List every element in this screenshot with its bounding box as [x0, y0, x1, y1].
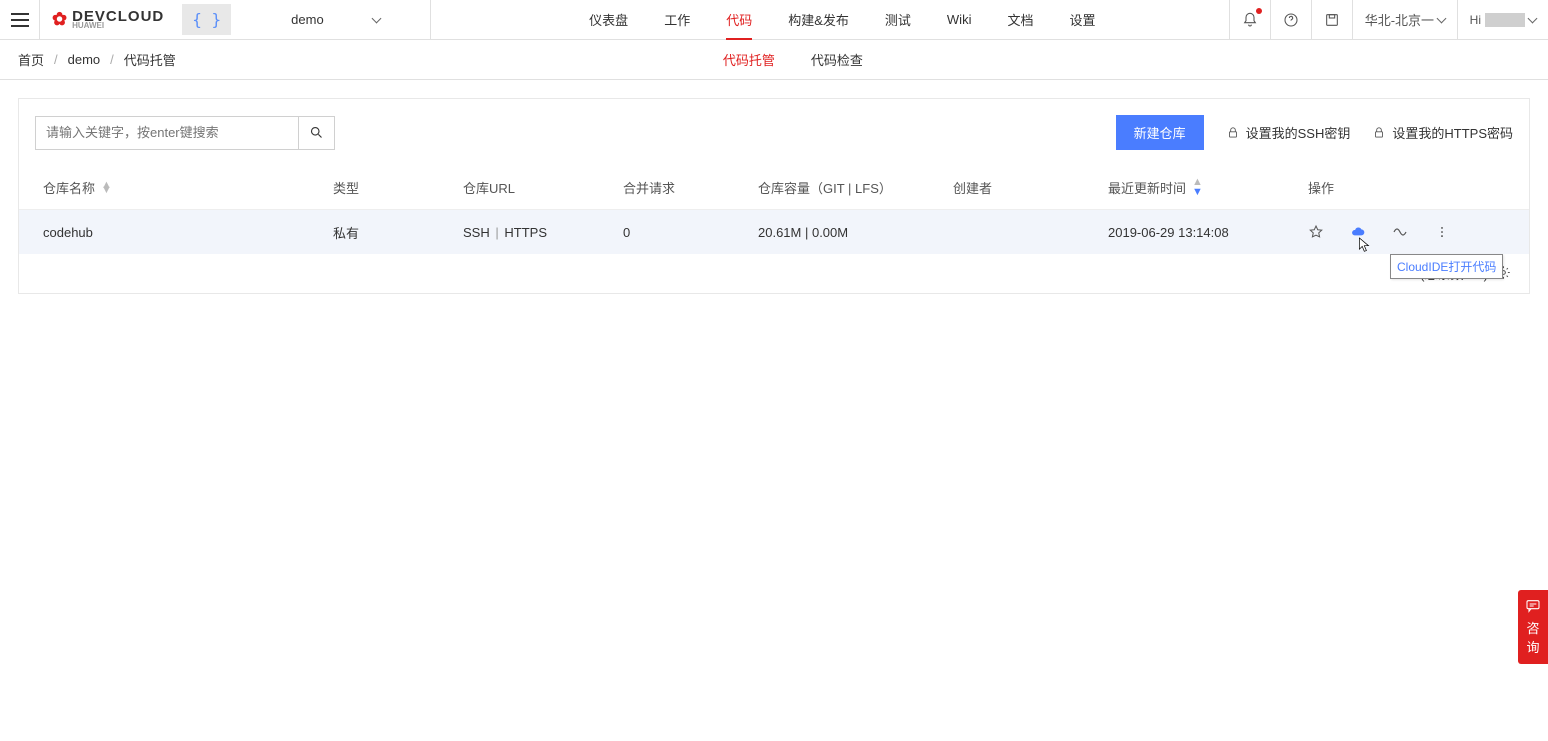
- cell-capacity: 20.61M | 0.00M: [750, 225, 945, 240]
- new-repo-button[interactable]: 新建仓库: [1116, 115, 1204, 150]
- star-icon: [1308, 224, 1324, 240]
- set-ssh-label: 设置我的SSH密钥: [1246, 123, 1351, 142]
- float-consult-button[interactable]: 咨询: [1518, 590, 1548, 664]
- wave-icon: [1392, 223, 1408, 241]
- notifications-button[interactable]: [1229, 0, 1270, 40]
- https-link[interactable]: HTTPS: [504, 225, 547, 240]
- notification-dot-icon: [1256, 8, 1262, 14]
- nav-dashboard[interactable]: 仪表盘: [571, 0, 646, 40]
- lock-icon: [1226, 126, 1240, 140]
- menu-toggle[interactable]: [0, 0, 40, 40]
- sort-icon: ▲▼: [1192, 180, 1203, 195]
- chevron-down-icon: [373, 12, 380, 27]
- col-owner: 创建者: [945, 178, 1100, 197]
- breadcrumb-project[interactable]: demo: [68, 52, 101, 67]
- hamburger-icon: [11, 13, 29, 27]
- lock-icon: [1372, 126, 1386, 140]
- huawei-flower-icon: ✿: [52, 9, 68, 30]
- tooltip: CloudIDE打开代码: [1390, 254, 1503, 279]
- nav-test[interactable]: 测试: [867, 0, 929, 40]
- user-menu[interactable]: Hi: [1457, 0, 1548, 40]
- breadcrumb-separator: /: [54, 52, 58, 67]
- save-button[interactable]: [1311, 0, 1352, 40]
- float-consult-label: 咨询: [1524, 618, 1542, 656]
- set-https-label: 设置我的HTTPS密码: [1392, 123, 1513, 142]
- nav-docs[interactable]: 文档: [989, 0, 1051, 40]
- nav-work[interactable]: 工作: [646, 0, 708, 40]
- help-button[interactable]: [1270, 0, 1311, 40]
- col-capacity: 仓库容量（GIT | LFS）: [750, 178, 945, 197]
- col-mr: 合并请求: [615, 178, 750, 197]
- col-type: 类型: [325, 178, 455, 197]
- project-selector[interactable]: demo: [231, 0, 431, 40]
- brand-sub: HUAWEI: [72, 22, 104, 30]
- chat-icon: [1525, 598, 1541, 614]
- breadcrumb-home[interactable]: 首页: [18, 50, 44, 69]
- main-nav: 仪表盘 工作 代码 构建&发布 测试 Wiki 文档 设置: [571, 0, 1113, 40]
- subtab-codehub[interactable]: 代码托管: [723, 50, 775, 69]
- project-icon: { }: [182, 4, 231, 35]
- breadcrumb: 首页 / demo / 代码托管: [18, 50, 176, 69]
- pipeline-button[interactable]: [1392, 224, 1408, 240]
- user-avatar: [1485, 13, 1525, 27]
- sort-icon: ▲▼: [101, 183, 112, 193]
- nav-wiki[interactable]: Wiki: [929, 0, 990, 40]
- nav-code[interactable]: 代码: [708, 0, 770, 40]
- cell-type: 私有: [325, 223, 455, 242]
- breadcrumb-current: 代码托管: [124, 50, 176, 69]
- project-name: demo: [291, 12, 324, 27]
- cell-mr: 0: [615, 225, 750, 240]
- col-url: 仓库URL: [455, 178, 615, 197]
- region-label: 华北-北京一: [1365, 10, 1434, 29]
- breadcrumb-separator: /: [110, 52, 114, 67]
- user-greeting: Hi: [1470, 13, 1481, 27]
- sub-nav: 代码托管 代码检查: [723, 50, 863, 69]
- more-button[interactable]: [1434, 224, 1450, 240]
- cell-time: 2019-06-29 13:14:08: [1100, 225, 1300, 240]
- help-icon: [1283, 12, 1299, 28]
- brand-logo[interactable]: ✿ DEVCLOUD HUAWEI: [40, 9, 176, 30]
- search-icon: [309, 125, 324, 140]
- set-ssh-key-link[interactable]: 设置我的SSH密钥: [1226, 123, 1351, 142]
- chevron-down-icon: [1528, 14, 1538, 24]
- ssh-link[interactable]: SSH: [463, 225, 490, 240]
- set-https-pwd-link[interactable]: 设置我的HTTPS密码: [1372, 123, 1513, 142]
- region-selector[interactable]: 华北-北京一: [1352, 0, 1457, 40]
- search-input[interactable]: [36, 125, 298, 140]
- search-button[interactable]: [298, 117, 334, 149]
- chevron-down-icon: [1436, 14, 1446, 24]
- subtab-codecheck[interactable]: 代码检查: [811, 50, 863, 69]
- col-name[interactable]: 仓库名称 ▲▼: [35, 178, 325, 197]
- search-box: [35, 116, 335, 150]
- cell-name[interactable]: codehub: [35, 225, 325, 240]
- cell-url: SSH | HTTPS: [455, 225, 615, 240]
- col-time[interactable]: 最近更新时间 ▲▼: [1100, 178, 1300, 197]
- kebab-icon: [1435, 225, 1449, 239]
- nav-settings[interactable]: 设置: [1051, 0, 1113, 40]
- table-header: 仓库名称 ▲▼ 类型 仓库URL 合并请求 仓库容量（GIT | LFS） 创建…: [19, 166, 1529, 210]
- cursor-icon: [1358, 236, 1372, 254]
- table-row: codehub 私有 SSH | HTTPS 0 20.61M | 0.00M …: [19, 210, 1529, 254]
- cloudide-button[interactable]: CloudIDE打开代码: [1350, 224, 1366, 240]
- save-icon: [1324, 12, 1340, 28]
- bell-icon: [1242, 12, 1258, 28]
- cell-ops: CloudIDE打开代码: [1300, 224, 1513, 240]
- nav-build[interactable]: 构建&发布: [770, 0, 867, 40]
- col-ops: 操作: [1300, 178, 1513, 197]
- star-button[interactable]: [1308, 224, 1324, 240]
